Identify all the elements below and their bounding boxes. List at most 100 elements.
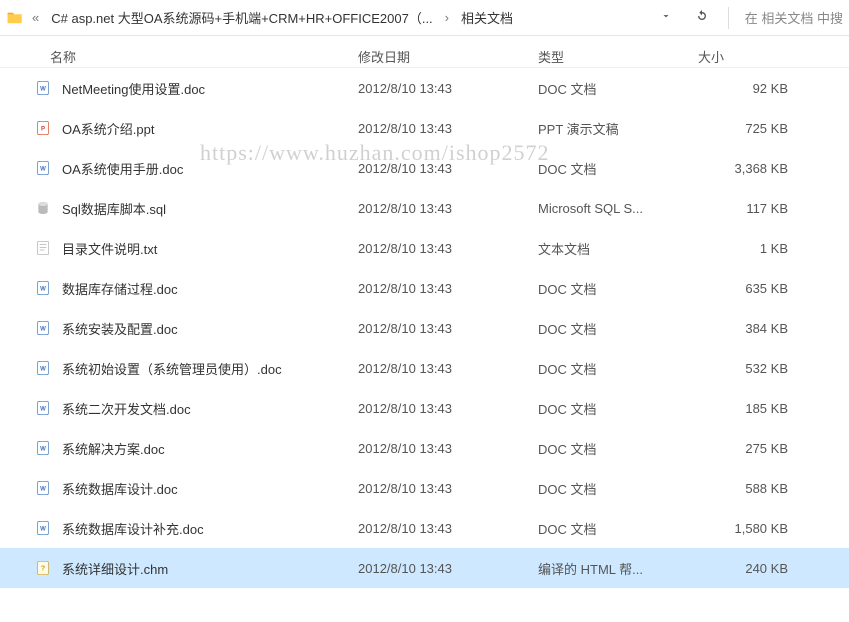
file-type: 文本文档 — [538, 239, 698, 258]
file-size: 117 KB — [698, 201, 788, 216]
file-row[interactable]: W OA系统使用手册.doc2012/8/10 13:43DOC 文档3,368 … — [0, 148, 849, 188]
file-name: NetMeeting使用设置.doc — [52, 79, 358, 98]
header-date[interactable]: 修改日期 — [358, 47, 538, 66]
file-name: 系统数据库设计补充.doc — [52, 519, 358, 538]
file-date: 2012/8/10 13:43 — [358, 241, 538, 256]
file-row[interactable]: 目录文件说明.txt2012/8/10 13:43文本文档1 KB — [0, 228, 849, 268]
file-name: 数据库存储过程.doc — [52, 279, 358, 298]
path-dropdown-icon[interactable] — [652, 6, 680, 29]
file-date: 2012/8/10 13:43 — [358, 361, 538, 376]
file-row[interactable]: P OA系统介绍.ppt2012/8/10 13:43PPT 演示文稿725 KB — [0, 108, 849, 148]
file-name: OA系统使用手册.doc — [52, 159, 358, 178]
sql-file-icon — [34, 200, 52, 216]
file-row[interactable]: W 系统二次开发文档.doc2012/8/10 13:43DOC 文档185 KB — [0, 388, 849, 428]
file-type: DOC 文档 — [538, 519, 698, 538]
svg-text:W: W — [40, 367, 46, 373]
file-name: 系统详细设计.chm — [52, 559, 358, 578]
search-input[interactable]: 在 相关文档 中搜 — [739, 8, 843, 27]
file-size: 588 KB — [698, 481, 788, 496]
address-bar: « C# asp.net 大型OA系统源码+手机端+CRM+HR+OFFICE2… — [0, 0, 849, 36]
svg-text:W: W — [40, 287, 46, 293]
svg-text:W: W — [40, 87, 46, 93]
file-name: OA系统介绍.ppt — [52, 119, 358, 138]
file-size: 275 KB — [698, 441, 788, 456]
toolbar-divider — [728, 7, 729, 29]
svg-text:W: W — [40, 527, 46, 533]
doc-file-icon: W — [34, 520, 52, 536]
file-type: Microsoft SQL S... — [538, 201, 698, 216]
file-date: 2012/8/10 13:43 — [358, 401, 538, 416]
refresh-button[interactable] — [686, 4, 718, 31]
file-size: 240 KB — [698, 561, 788, 576]
file-name: 系统二次开发文档.doc — [52, 399, 358, 418]
file-size: 532 KB — [698, 361, 788, 376]
file-type: 编译的 HTML 帮... — [538, 559, 698, 578]
file-name: 系统解决方案.doc — [52, 439, 358, 458]
file-row[interactable]: Sql数据库脚本.sql2012/8/10 13:43Microsoft SQL… — [0, 188, 849, 228]
file-date: 2012/8/10 13:43 — [358, 521, 538, 536]
file-name: Sql数据库脚本.sql — [52, 199, 358, 218]
doc-file-icon: W — [34, 440, 52, 456]
doc-file-icon: W — [34, 80, 52, 96]
file-date: 2012/8/10 13:43 — [358, 161, 538, 176]
ppt-file-icon: P — [34, 120, 52, 136]
file-row[interactable]: W 系统初始设置（系统管理员使用）.doc2012/8/10 13:43DOC 文… — [0, 348, 849, 388]
file-name: 系统初始设置（系统管理员使用）.doc — [52, 359, 358, 378]
file-size: 1 KB — [698, 241, 788, 256]
svg-text:P: P — [41, 127, 45, 133]
file-row[interactable]: W 系统数据库设计补充.doc2012/8/10 13:43DOC 文档1,580… — [0, 508, 849, 548]
file-date: 2012/8/10 13:43 — [358, 441, 538, 456]
file-date: 2012/8/10 13:43 — [358, 481, 538, 496]
header-size[interactable]: 大小 — [698, 47, 798, 66]
file-date: 2012/8/10 13:43 — [358, 281, 538, 296]
file-row[interactable]: W系统数据库设计.doc2012/8/10 13:43DOC 文档588 KB — [0, 468, 849, 508]
file-row[interactable]: W 数据库存储过程.doc2012/8/10 13:43DOC 文档635 KB — [0, 268, 849, 308]
header-type[interactable]: 类型 — [538, 47, 698, 66]
breadcrumb-overflow[interactable]: « — [30, 10, 41, 25]
breadcrumb-current[interactable]: 相关文档 — [457, 6, 517, 29]
file-type: DOC 文档 — [538, 159, 698, 178]
doc-file-icon: W — [34, 360, 52, 376]
file-type: DOC 文档 — [538, 279, 698, 298]
file-type: DOC 文档 — [538, 439, 698, 458]
file-type: DOC 文档 — [538, 79, 698, 98]
file-type: PPT 演示文稿 — [538, 119, 698, 138]
file-row[interactable]: W 系统解决方案.doc2012/8/10 13:43DOC 文档275 KB — [0, 428, 849, 468]
file-type: DOC 文档 — [538, 399, 698, 418]
column-headers: 名称 修改日期 类型 大小 — [0, 36, 849, 68]
breadcrumb-separator: › — [443, 10, 451, 25]
file-list: WNetMeeting使用设置.doc2012/8/10 13:43DOC 文档… — [0, 68, 849, 588]
file-size: 1,580 KB — [698, 521, 788, 536]
svg-text:W: W — [40, 447, 46, 453]
header-name[interactable]: 名称 — [0, 47, 358, 66]
file-row[interactable]: W NetMeeting使用设置.doc2012/8/10 13:43DOC 文档… — [0, 68, 849, 108]
file-size: 384 KB — [698, 321, 788, 336]
file-date: 2012/8/10 13:43 — [358, 201, 538, 216]
txt-file-icon — [34, 240, 52, 256]
doc-file-icon: W — [34, 320, 52, 336]
file-date: 2012/8/10 13:43 — [358, 81, 538, 96]
file-size: 3,368 KB — [698, 161, 788, 176]
breadcrumb-parent[interactable]: C# asp.net 大型OA系统源码+手机端+CRM+HR+OFFICE200… — [47, 6, 436, 29]
folder-icon — [6, 9, 24, 27]
doc-file-icon: W — [34, 480, 52, 496]
svg-text:W: W — [40, 327, 46, 333]
file-type: DOC 文档 — [538, 479, 698, 498]
file-type: DOC 文档 — [538, 359, 698, 378]
file-date: 2012/8/10 13:43 — [358, 121, 538, 136]
file-name: 目录文件说明.txt — [52, 239, 358, 258]
doc-file-icon: W — [34, 400, 52, 416]
file-date: 2012/8/10 13:43 — [358, 321, 538, 336]
file-size: 92 KB — [698, 81, 788, 96]
file-row[interactable]: ? 系统详细设计.chm2012/8/10 13:43编译的 HTML 帮...2… — [0, 548, 849, 588]
svg-text:W: W — [40, 407, 46, 413]
file-row[interactable]: W系统安装及配置.doc2012/8/10 13:43DOC 文档384 KB — [0, 308, 849, 348]
svg-text:W: W — [40, 167, 46, 173]
svg-text:?: ? — [41, 564, 46, 573]
file-size: 725 KB — [698, 121, 788, 136]
file-name: 系统数据库设计.doc — [52, 479, 358, 498]
file-size: 635 KB — [698, 281, 788, 296]
file-size: 185 KB — [698, 401, 788, 416]
file-date: 2012/8/10 13:43 — [358, 561, 538, 576]
doc-file-icon: W — [34, 160, 52, 176]
